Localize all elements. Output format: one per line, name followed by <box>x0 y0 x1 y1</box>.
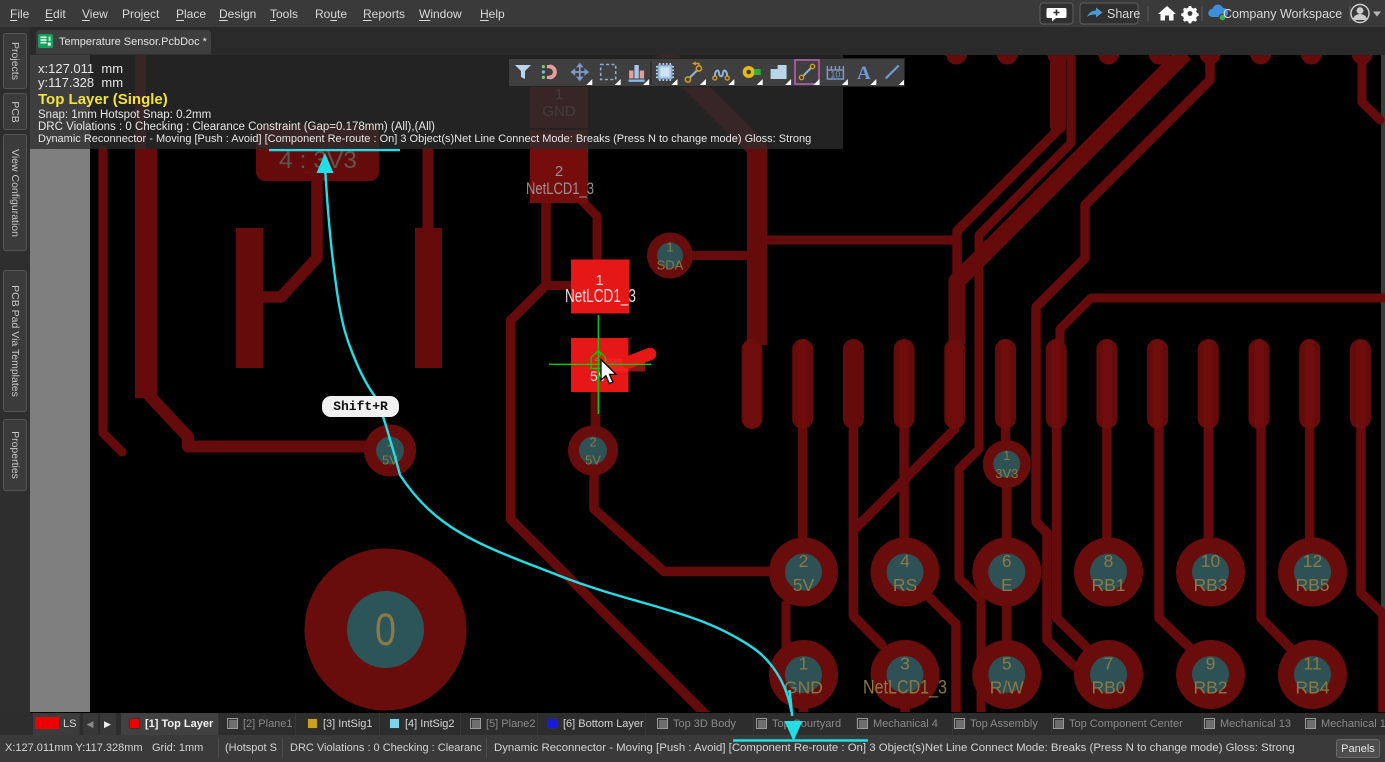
svg-text:3: 3 <box>900 654 910 674</box>
svg-text:RB3: RB3 <box>1193 575 1227 595</box>
svg-text:E: E <box>1001 575 1013 595</box>
svg-text:NetLCD1_3: NetLCD1_3 <box>526 179 594 198</box>
svg-text:5: 5 <box>1002 654 1012 674</box>
svg-text:Company Workspace: Company Workspace <box>1223 7 1342 21</box>
svg-text:1: 1 <box>799 654 809 674</box>
svg-text:RB0: RB0 <box>1091 678 1125 698</box>
svg-text:5V: 5V <box>585 453 601 468</box>
svg-text:SDA: SDA <box>657 258 684 273</box>
svg-text:RB5: RB5 <box>1295 575 1329 595</box>
svg-text:RB2: RB2 <box>1193 678 1227 698</box>
svg-text:NetLCD1_3: NetLCD1_3 <box>565 286 636 307</box>
svg-text:10: 10 <box>1201 551 1221 571</box>
svg-text:R/W: R/W <box>990 678 1025 698</box>
svg-text:3V3: 3V3 <box>995 466 1018 481</box>
svg-text:5V: 5V <box>793 575 815 595</box>
svg-text:RS: RS <box>893 575 917 595</box>
svg-text:11: 11 <box>1303 654 1321 674</box>
svg-text:2: 2 <box>555 163 563 180</box>
svg-text:A: A <box>857 63 871 84</box>
svg-text:Share: Share <box>1107 7 1140 21</box>
svg-text:2: 2 <box>799 551 809 571</box>
svg-text:2: 2 <box>589 435 596 450</box>
svg-text:0: 0 <box>375 604 396 655</box>
svg-text:6: 6 <box>1002 551 1012 571</box>
svg-text:RB4: RB4 <box>1295 678 1329 698</box>
svg-text:1: 1 <box>666 240 673 255</box>
svg-text:RB1: RB1 <box>1091 575 1125 595</box>
svg-text:4: 4 <box>900 551 910 571</box>
svg-text:8: 8 <box>1104 551 1114 571</box>
svg-text:12: 12 <box>1303 551 1322 571</box>
svg-text:9: 9 <box>1206 654 1216 674</box>
svg-text:7: 7 <box>1104 654 1114 674</box>
svg-text:1: 1 <box>1003 448 1010 463</box>
svg-text:10: 10 <box>830 70 840 80</box>
